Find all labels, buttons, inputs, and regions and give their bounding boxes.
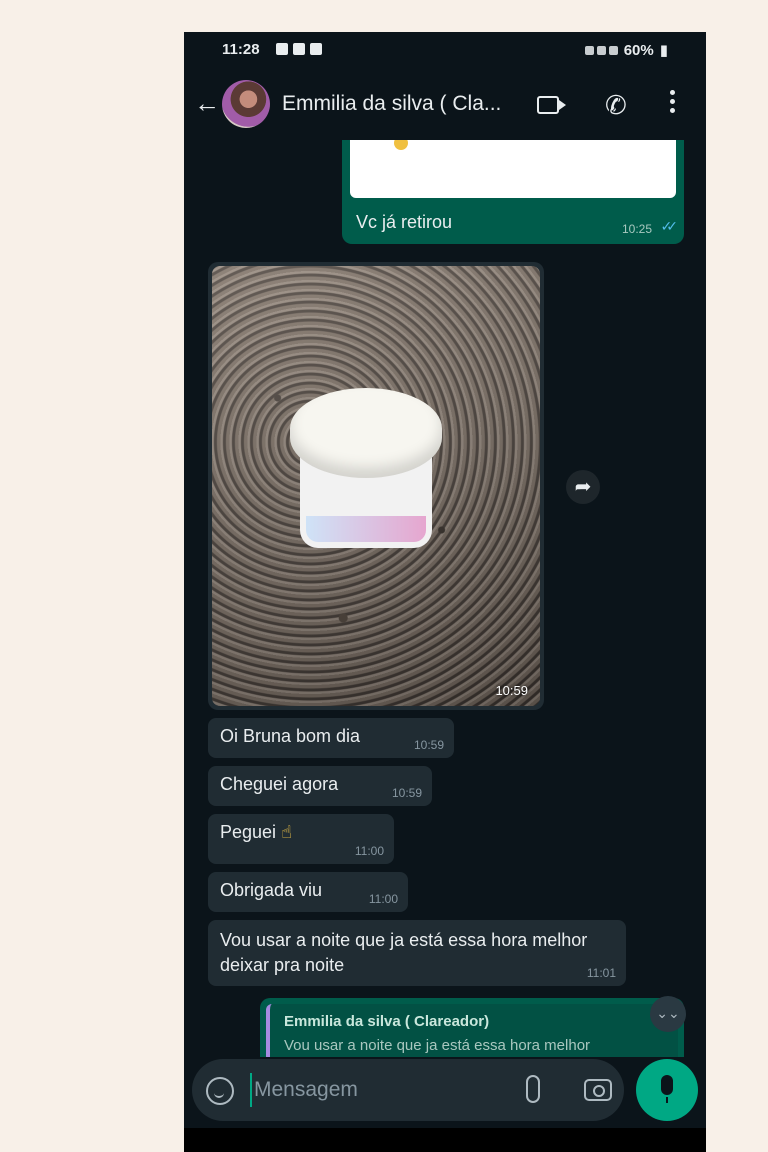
video-call-icon[interactable] <box>537 96 566 114</box>
phone-screen: 11:28 60% ▮ ← Emmilia da silva ( Cla... … <box>184 32 706 1152</box>
outgoing-message[interactable]: Vc já retirou 10:25 ✓✓ <box>342 140 684 244</box>
emoji-sticker-icon[interactable] <box>206 1077 234 1105</box>
message-text: Oi Bruna bom dia <box>220 726 361 746</box>
read-ticks-icon: ✓✓ <box>660 218 679 234</box>
message-time: 11:00 <box>354 844 384 858</box>
status-right: 60% ▮ <box>584 41 668 59</box>
status-time: 11:28 <box>222 41 260 58</box>
message-time: 10:59 <box>413 738 444 752</box>
message-text: Vc já retirou <box>356 212 453 232</box>
chat-header: ← Emmilia da silva ( Cla... ✆ <box>184 70 706 140</box>
message-time: 11:01 <box>586 966 616 980</box>
camera-icon[interactable] <box>584 1079 612 1101</box>
message-text: Peguei <box>220 822 277 842</box>
photo-time: 10:59 <box>495 683 528 698</box>
forward-icon[interactable]: ➦ <box>566 470 600 504</box>
photo-message[interactable]: 10:59 <box>208 262 544 710</box>
chat-notification-icon <box>293 43 305 55</box>
signal-icons <box>584 45 618 55</box>
quoted-text: Vou usar a noite que ja está essa hora m… <box>284 1037 591 1054</box>
status-bar: 11:28 60% ▮ <box>184 32 706 70</box>
back-arrow-icon[interactable]: ← <box>194 88 220 119</box>
message-time: 10:59 <box>391 786 422 800</box>
battery-icon: ▮ <box>659 42 668 59</box>
message-text-wrap: Peguei ☝ <box>220 822 292 843</box>
jar-image <box>290 388 442 558</box>
message-text: Cheguei agora <box>220 774 339 794</box>
contact-name[interactable]: Emmilia da silva ( Cla... <box>282 92 501 116</box>
incoming-message[interactable]: Peguei ☝ 11:00 <box>208 814 394 864</box>
gallery-notification-icon <box>310 43 322 55</box>
document-preview[interactable] <box>350 140 676 198</box>
incoming-message[interactable]: Cheguei agora 10:59 <box>208 766 432 806</box>
outgoing-reply-message[interactable]: Emmilia da silva ( Clareador) Vou usar a… <box>260 998 684 1057</box>
message-composer <box>192 1059 624 1121</box>
message-text: Obrigada viu <box>220 880 323 900</box>
notification-icon <box>276 43 288 55</box>
incoming-message[interactable]: Vou usar a noite que ja está essa hora m… <box>208 920 626 986</box>
mic-button[interactable] <box>636 1059 698 1121</box>
mic-icon <box>661 1075 673 1103</box>
message-time: 11:00 <box>368 892 398 906</box>
quoted-author: Emmilia da silva ( Clareador) <box>284 1013 490 1030</box>
navigation-bar <box>184 1128 706 1152</box>
incoming-message[interactable]: Oi Bruna bom dia 10:59 <box>208 718 454 758</box>
quoted-message[interactable]: Emmilia da silva ( Clareador) Vou usar a… <box>266 1004 678 1057</box>
message-time: 10:25 <box>621 222 652 236</box>
battery-level: 60% <box>623 41 654 59</box>
attach-icon[interactable] <box>526 1075 540 1103</box>
phone-call-icon[interactable]: ✆ <box>605 90 627 121</box>
more-options-icon[interactable] <box>670 90 676 113</box>
message-text: Vou usar a noite que ja está essa hora m… <box>220 930 588 975</box>
incoming-message[interactable]: Obrigada viu 11:00 <box>208 872 408 912</box>
notification-icons <box>276 43 322 55</box>
chat-area[interactable]: Vc já retirou 10:25 ✓✓ 10:59 ➦ Oi Bruna … <box>184 140 706 1057</box>
pointing-up-emoji-icon: ☝ <box>281 822 293 842</box>
scroll-down-icon[interactable]: ⌄⌄ <box>650 996 686 1032</box>
emoji-icon <box>394 140 408 150</box>
photo-image[interactable]: 10:59 <box>212 266 540 706</box>
contact-avatar[interactable] <box>222 80 270 128</box>
message-input[interactable] <box>250 1073 500 1107</box>
